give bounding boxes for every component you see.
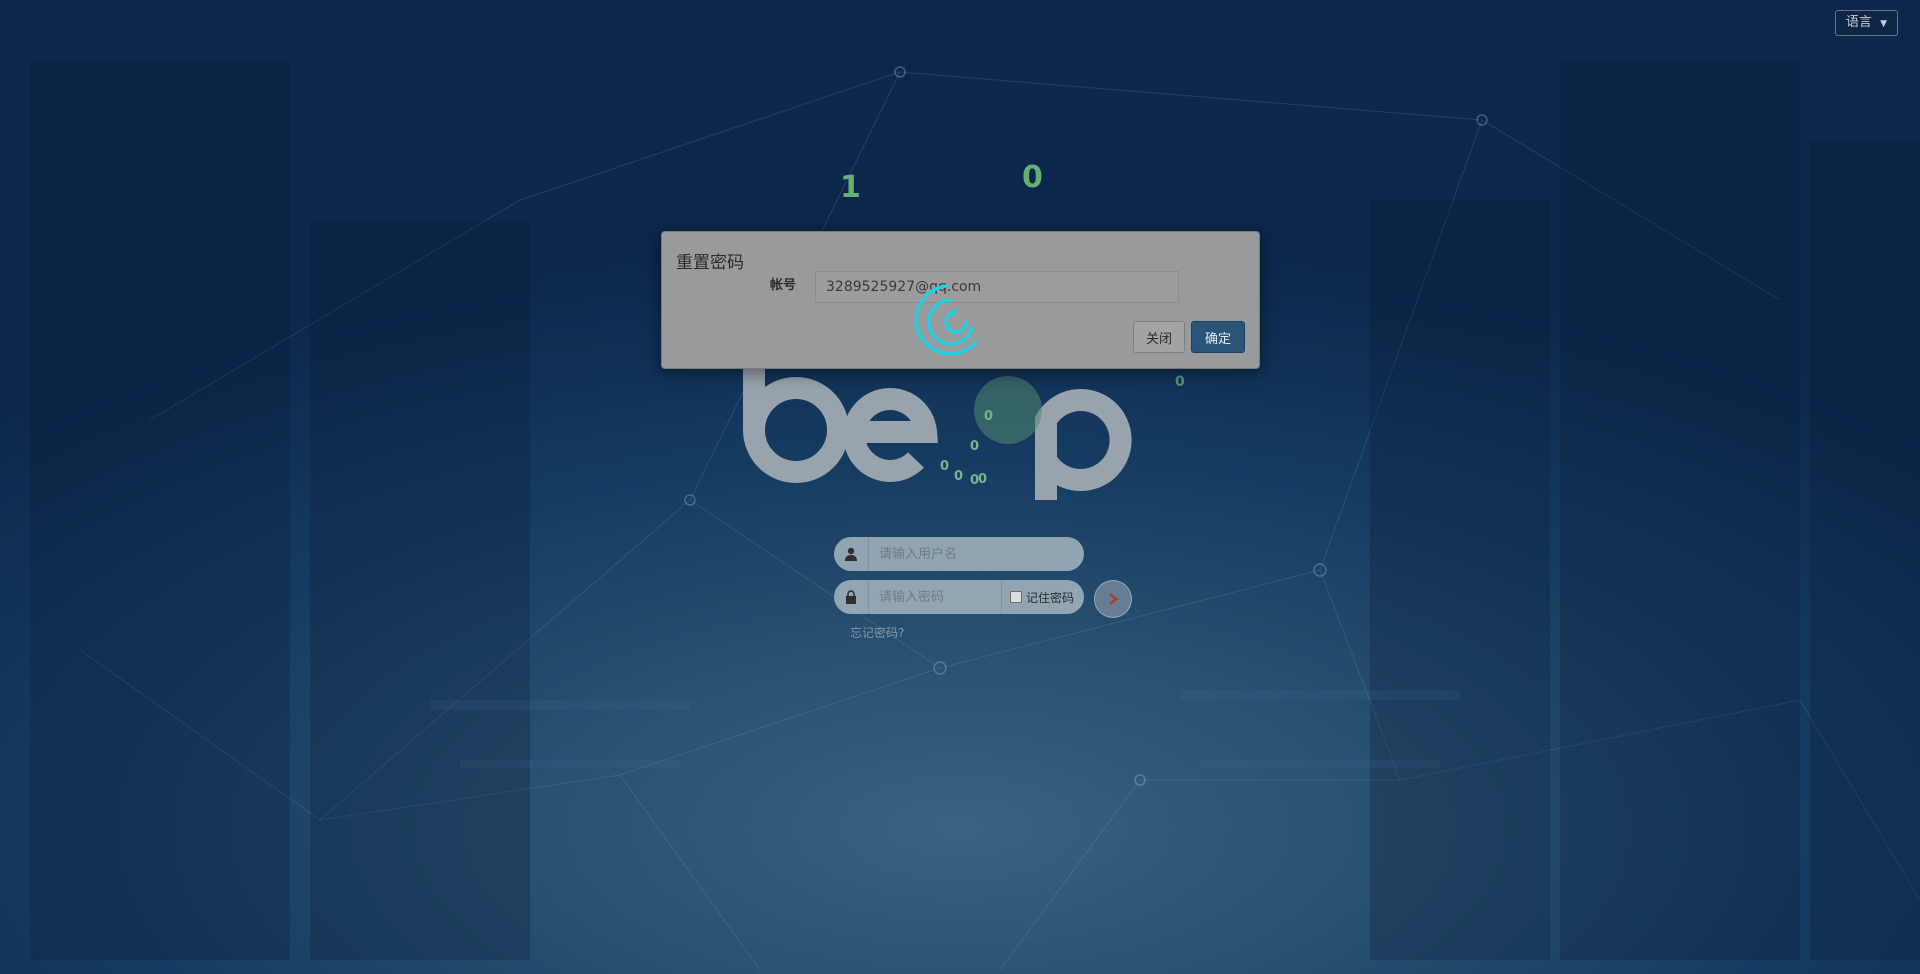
loading-spinner-icon: [914, 284, 978, 356]
confirm-button[interactable]: 确定: [1191, 321, 1245, 353]
account-input[interactable]: [815, 271, 1179, 303]
close-button[interactable]: 关闭: [1133, 321, 1185, 353]
account-label: 帐号: [770, 278, 797, 293]
modal-backdrop: [0, 0, 1920, 974]
modal-title: 重置密码: [676, 253, 744, 273]
